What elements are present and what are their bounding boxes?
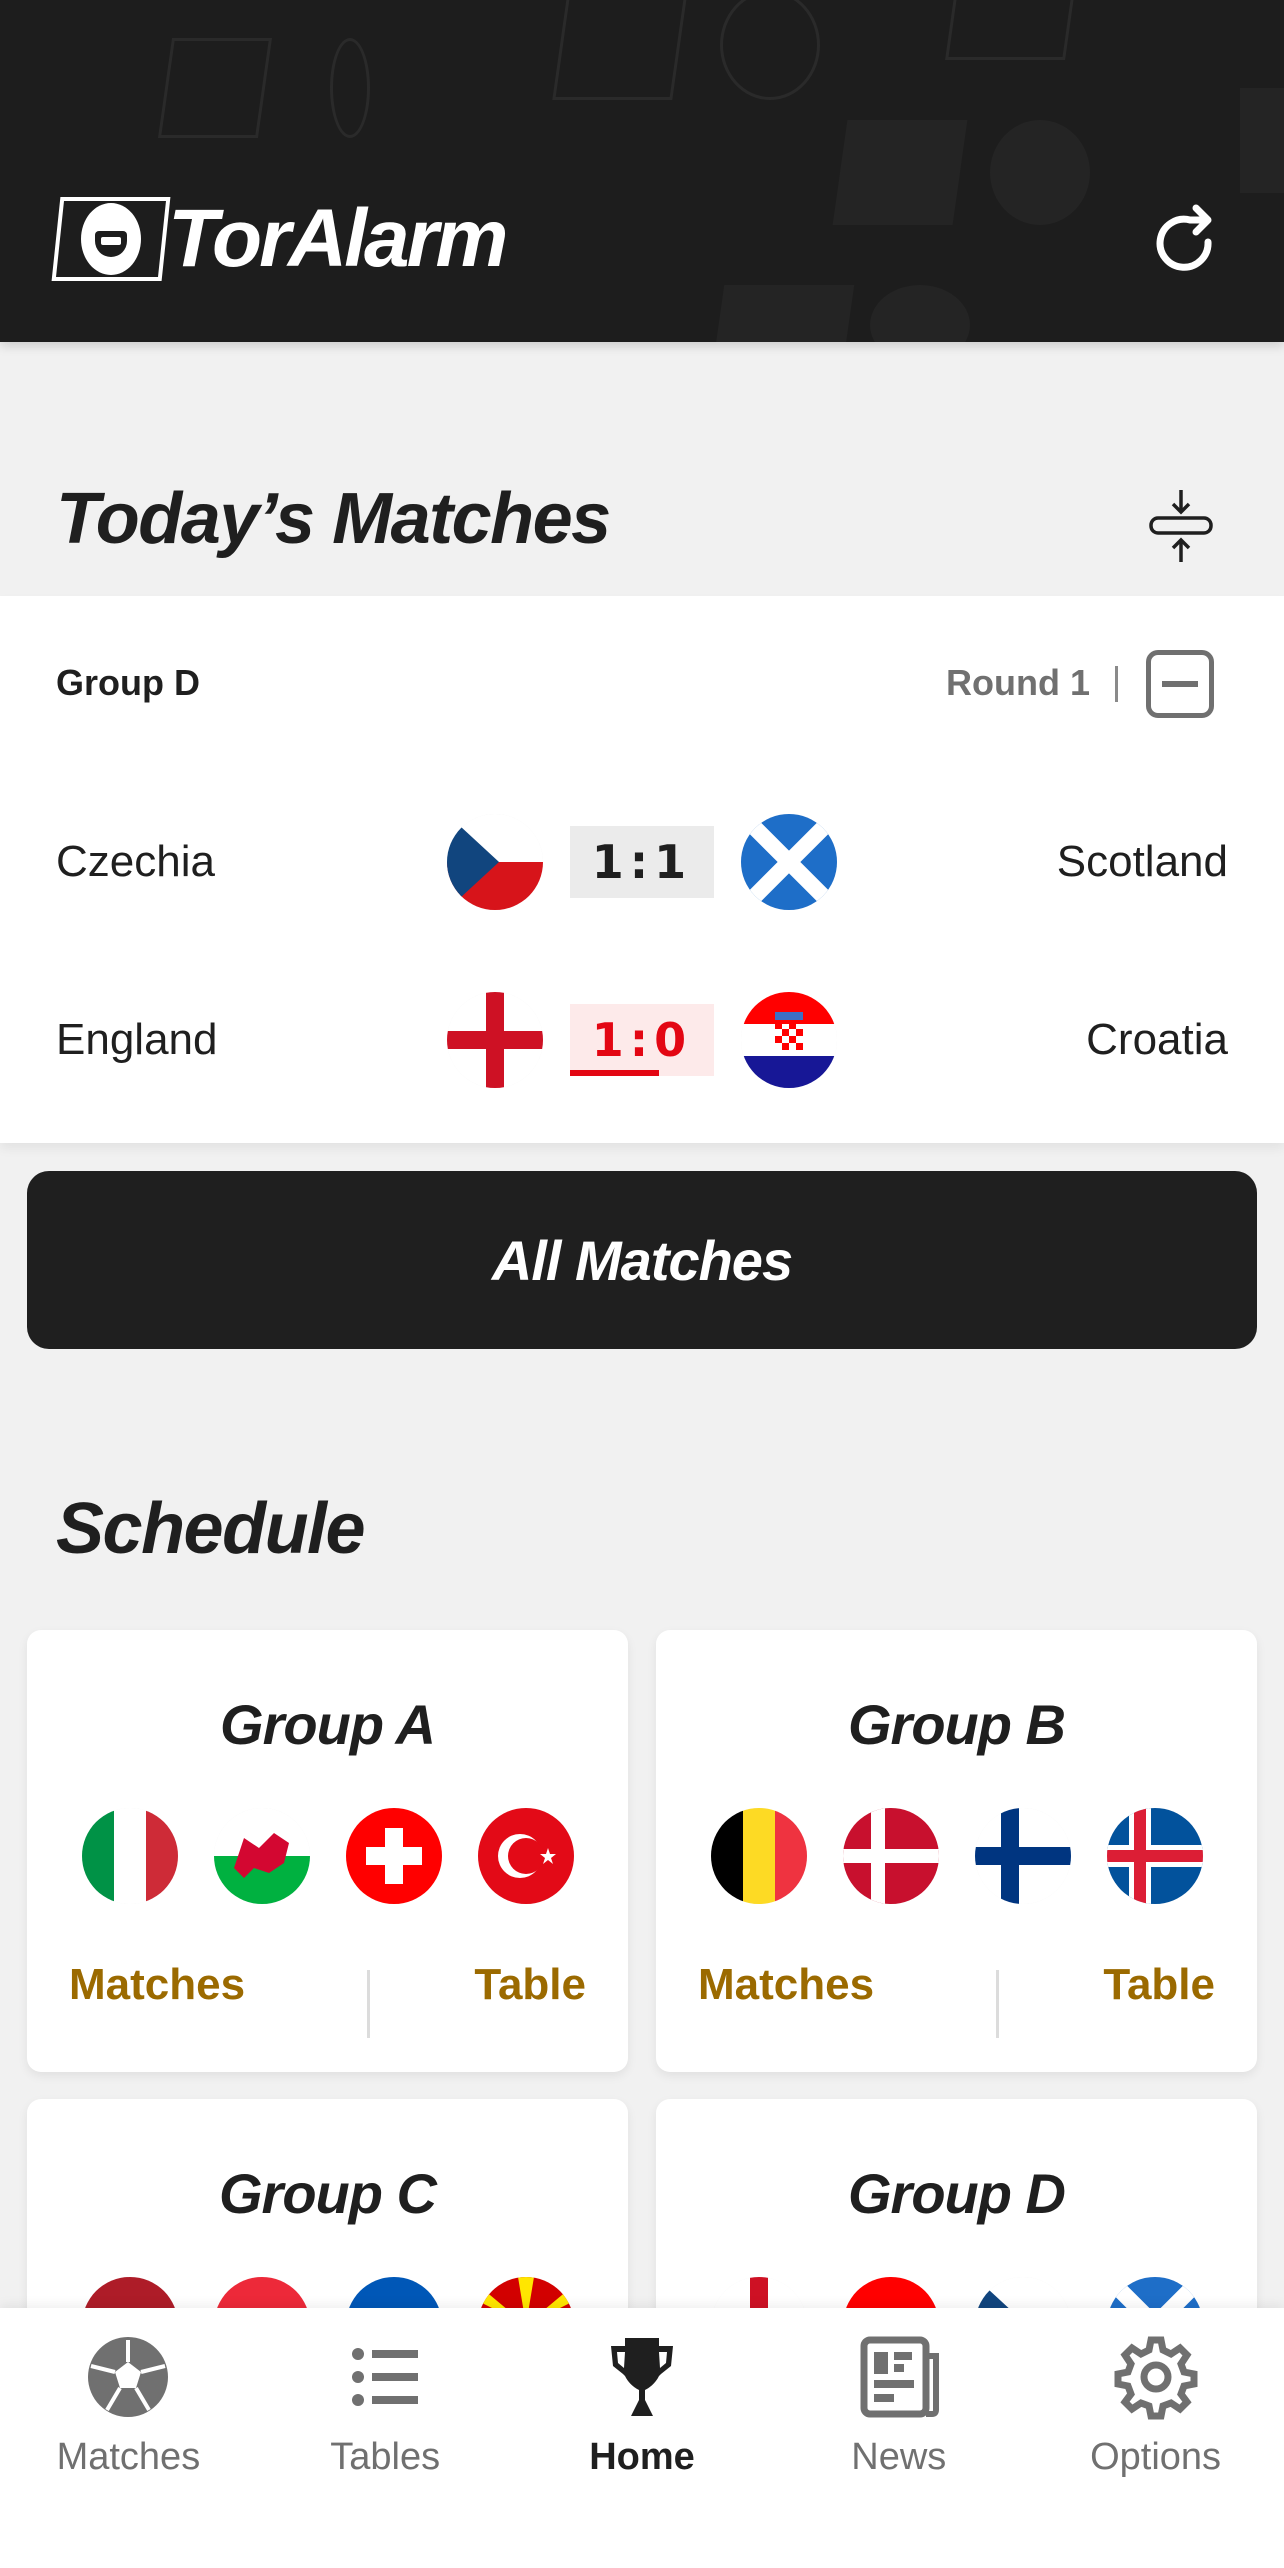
round-label: Round 1: [946, 662, 1090, 703]
score-badge: 1:1: [570, 826, 714, 898]
todays-matches-title: Today’s Matches: [56, 479, 611, 559]
header-bg-shape: [552, 0, 688, 100]
match-row[interactable]: England 1:0 Croatia: [0, 985, 1284, 1095]
header-bg-shape: [870, 285, 970, 342]
list-icon: [352, 2348, 419, 2406]
header-bg-shape: [157, 38, 273, 138]
header-bg-shape: [1240, 88, 1284, 193]
newspaper-icon: [860, 2336, 939, 2418]
minus-square-icon[interactable]: [1146, 650, 1214, 718]
gear-icon: [1114, 2336, 1198, 2420]
flag-finland-icon: [974, 1808, 1071, 1904]
group-matches-link[interactable]: Matches: [69, 1960, 245, 2010]
nav-label: Matches: [56, 2436, 201, 2478]
away-team-name: Croatia: [1086, 1015, 1228, 1064]
group-table-link[interactable]: Table: [1103, 1960, 1215, 2010]
all-matches-button[interactable]: All Matches: [27, 1171, 1257, 1349]
flag-turkey-icon: [477, 1808, 574, 1904]
match-group-label: Group D: [56, 662, 200, 703]
flag-wales-icon: [213, 1808, 310, 1904]
away-team-name: Scotland: [1056, 837, 1228, 886]
flag-italy-icon: [81, 1808, 178, 1904]
schedule-title: Schedule: [56, 1489, 366, 1569]
score-value: 1:0: [591, 1013, 693, 1067]
collapse-vertical-icon[interactable]: [1148, 490, 1214, 562]
group-table-link[interactable]: Table: [474, 1960, 586, 2010]
header-bg-shape: [715, 285, 855, 342]
flag-england-icon: [447, 992, 543, 1088]
nav-label: Options: [1090, 2436, 1222, 2478]
nav-label: Home: [589, 2436, 695, 2478]
flag-scotland-icon: [741, 814, 837, 910]
home-team-name: England: [56, 1015, 218, 1064]
app-title: TorAlarm: [168, 193, 508, 284]
logo-mascot-icon: [51, 197, 171, 281]
group-matches-link[interactable]: Matches: [698, 1960, 874, 2010]
nav-label: News: [851, 2436, 947, 2478]
match-row[interactable]: Czechia 1:1 Scotland: [0, 807, 1284, 917]
group-card-title: Group B: [848, 1693, 1066, 1756]
trophy-icon: [610, 2338, 673, 2416]
bottom-nav: Matches Tables Home News Options: [0, 2308, 1284, 2568]
header-bg-shape: [330, 38, 370, 138]
live-score-badge: 1:0: [570, 1004, 714, 1076]
soccer-ball-icon: [88, 2337, 169, 2417]
group-card[interactable]: Group B Matches Table: [656, 1630, 1257, 2072]
nav-item-home[interactable]: Home: [514, 2308, 771, 2568]
divider: [996, 1970, 999, 2038]
flag-iceland-icon: [1106, 1808, 1203, 1904]
header-bg-shape: [832, 120, 968, 225]
match-progress-bar: [570, 1070, 660, 1076]
nav-item-matches[interactable]: Matches: [0, 2308, 257, 2568]
divider: [367, 1970, 370, 2038]
group-card-title: Group D: [848, 2162, 1066, 2225]
app-logo: TorAlarm: [51, 193, 508, 284]
flag-croatia-icon: [741, 992, 837, 1088]
flag-denmark-icon: [842, 1808, 939, 1904]
app-header: TorAlarm: [0, 0, 1284, 342]
nav-item-options[interactable]: Options: [1027, 2308, 1284, 2568]
header-bg-shape: [945, 0, 1075, 60]
group-card-title: Group C: [219, 2162, 437, 2225]
flag-czechia-icon: [447, 814, 543, 910]
header-bg-shape: [720, 0, 820, 100]
nav-label: Tables: [330, 2436, 441, 2478]
round-separator: [1115, 666, 1118, 702]
home-team-name: Czechia: [56, 837, 215, 886]
refresh-icon[interactable]: [1150, 198, 1226, 282]
flag-switzerland-icon: [345, 1808, 442, 1904]
nav-item-tables[interactable]: Tables: [257, 2308, 514, 2568]
group-card-title: Group A: [220, 1693, 436, 1756]
nav-item-news[interactable]: News: [770, 2308, 1027, 2568]
flag-belgium-icon: [710, 1808, 807, 1904]
header-bg-shape: [990, 120, 1090, 225]
group-card[interactable]: Group A Matches Table: [27, 1630, 628, 2072]
